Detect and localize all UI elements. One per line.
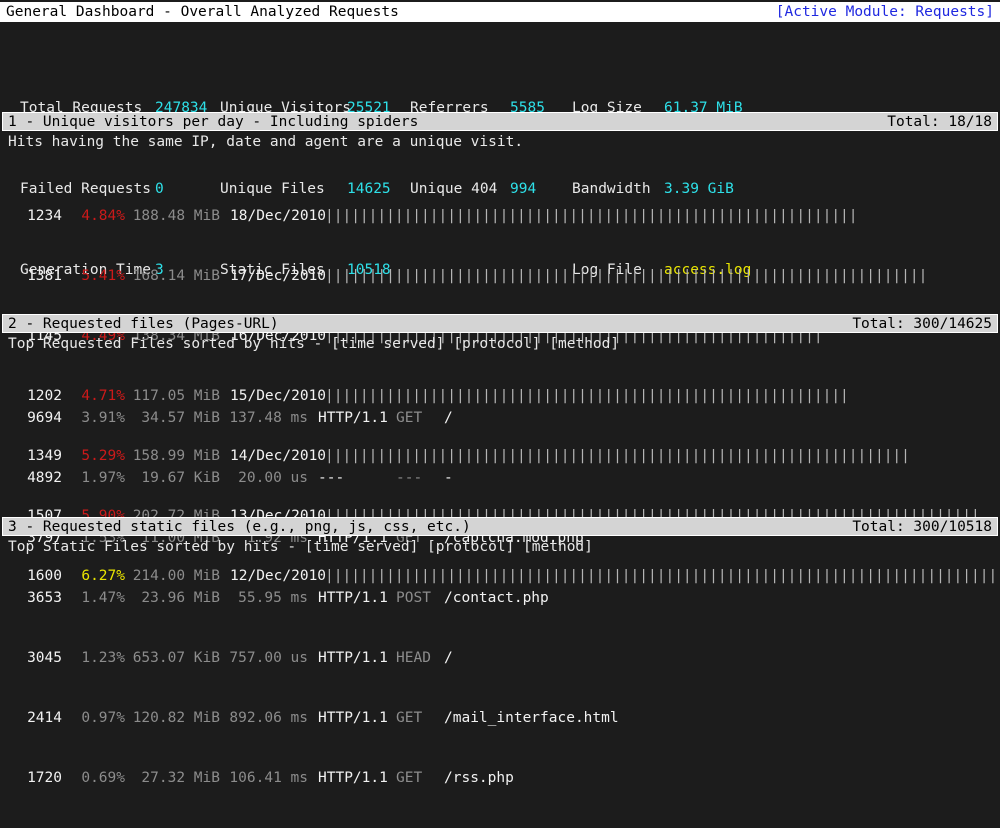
table-row[interactable]: 4892 1.97% 19.67 KiB 20.00 us --- --- - [0, 468, 619, 488]
row-url: / [444, 648, 453, 668]
row-hits: 3045 [20, 648, 62, 668]
row-percent: 1.47% [62, 588, 125, 608]
row-bandwidth: 23.96 MiB [125, 588, 220, 608]
row-protocol: HTTP/1.1 [308, 648, 396, 668]
row-time-served: 55.95 ms [220, 588, 308, 608]
row-hits: 1381 [20, 266, 62, 286]
row-method: GET [396, 768, 444, 788]
table-row[interactable]: 3653 1.47% 23.96 MiB 55.95 ms HTTP/1.1 P… [0, 588, 619, 608]
module-1-title: 1 - Unique visitors per day - Including … [8, 112, 887, 132]
row-protocol: --- [308, 468, 396, 488]
row-method: HEAD [396, 648, 444, 668]
row-bandwidth: 19.67 KiB [125, 468, 220, 488]
row-hits: 4892 [20, 468, 62, 488]
row-url: /mail_interface.html [444, 708, 619, 728]
row-percent: 4.84% [62, 206, 125, 226]
row-bandwidth: 188.48 MiB [125, 206, 220, 226]
row-percent: 1.97% [62, 468, 125, 488]
row-method: GET [396, 708, 444, 728]
module-3-description: Top Static Files sorted by hits - [time … [8, 537, 593, 557]
row-method: POST [396, 588, 444, 608]
row-date: 18/Dec/2010 [220, 206, 325, 226]
row-percent: 0.69% [62, 768, 125, 788]
row-time-served: 892.06 ms [220, 708, 308, 728]
row-url: /contact.php [444, 588, 549, 608]
row-url: /rss.php [444, 768, 514, 788]
module-1-description: Hits having the same IP, date and agent … [8, 132, 523, 152]
module-header-2[interactable]: 2 - Requested files (Pages-URL) Total: 3… [2, 314, 998, 333]
table-row[interactable]: 1234 4.84% 188.48 MiB 18/Dec/2010 ||||||… [0, 206, 1000, 226]
row-time-served: 20.00 us [220, 468, 308, 488]
row-percent: 5.41% [62, 266, 125, 286]
module-header-1[interactable]: 1 - Unique visitors per day - Including … [2, 112, 998, 131]
row-hits: 1234 [20, 206, 62, 226]
row-url: / [444, 408, 453, 428]
row-time-served: 137.48 ms [220, 408, 308, 428]
table-row[interactable]: 1720 0.69% 27.32 MiB 106.41 ms HTTP/1.1 … [0, 768, 619, 788]
dashboard-title: General Dashboard - Overall Analyzed Req… [6, 2, 776, 22]
row-hits: 2414 [20, 708, 62, 728]
table-row[interactable]: 1381 5.41% 168.14 MiB 17/Dec/2010 ||||||… [0, 266, 1000, 286]
row-protocol: HTTP/1.1 [308, 408, 396, 428]
row-date: 17/Dec/2010 [220, 266, 325, 286]
title-bar: General Dashboard - Overall Analyzed Req… [0, 2, 1000, 22]
table-row[interactable]: 9694 3.91% 34.57 MiB 137.48 ms HTTP/1.1 … [0, 408, 619, 428]
row-time-served: 106.41 ms [220, 768, 308, 788]
row-bandwidth: 168.14 MiB [125, 266, 220, 286]
row-percent: 3.91% [62, 408, 125, 428]
row-bar: ||||||||||||||||||||||||||||||||||||||||… [325, 206, 858, 226]
row-bar: ||||||||||||||||||||||||||||||||||||||||… [325, 266, 927, 286]
goaccess-terminal-screen: General Dashboard - Overall Analyzed Req… [0, 0, 1000, 549]
row-hits: 9694 [20, 408, 62, 428]
row-bandwidth: 34.57 MiB [125, 408, 220, 428]
row-bandwidth: 120.82 MiB [125, 708, 220, 728]
module-2-title: 2 - Requested files (Pages-URL) [8, 314, 852, 334]
module-1-total: Total: 18/18 [887, 112, 992, 132]
row-time-served: 757.00 us [220, 648, 308, 668]
module-3-total: Total: 300/10518 [852, 517, 992, 537]
row-protocol: HTTP/1.1 [308, 708, 396, 728]
row-percent: 0.97% [62, 708, 125, 728]
table-row[interactable]: 3045 1.23% 653.07 KiB 757.00 us HTTP/1.1… [0, 648, 619, 668]
row-url: - [444, 468, 453, 488]
row-protocol: HTTP/1.1 [308, 768, 396, 788]
module-2-total: Total: 300/14625 [852, 314, 992, 334]
row-method: GET [396, 408, 444, 428]
row-percent: 1.23% [62, 648, 125, 668]
module-2-description: Top Requested Files sorted by hits - [ti… [8, 334, 619, 354]
row-bandwidth: 27.32 MiB [125, 768, 220, 788]
module-header-3[interactable]: 3 - Requested static files (e.g., png, j… [2, 517, 998, 536]
active-module-indicator: [Active Module: Requests] [776, 2, 994, 22]
row-protocol: HTTP/1.1 [308, 588, 396, 608]
row-method: --- [396, 468, 444, 488]
row-hits: 1720 [20, 768, 62, 788]
table-row[interactable]: 2414 0.97% 120.82 MiB 892.06 ms HTTP/1.1… [0, 708, 619, 728]
module-2-rows: 9694 3.91% 34.57 MiB 137.48 ms HTTP/1.1 … [0, 368, 619, 828]
row-bandwidth: 653.07 KiB [125, 648, 220, 668]
row-hits: 3653 [20, 588, 62, 608]
module-3-title: 3 - Requested static files (e.g., png, j… [8, 517, 852, 537]
